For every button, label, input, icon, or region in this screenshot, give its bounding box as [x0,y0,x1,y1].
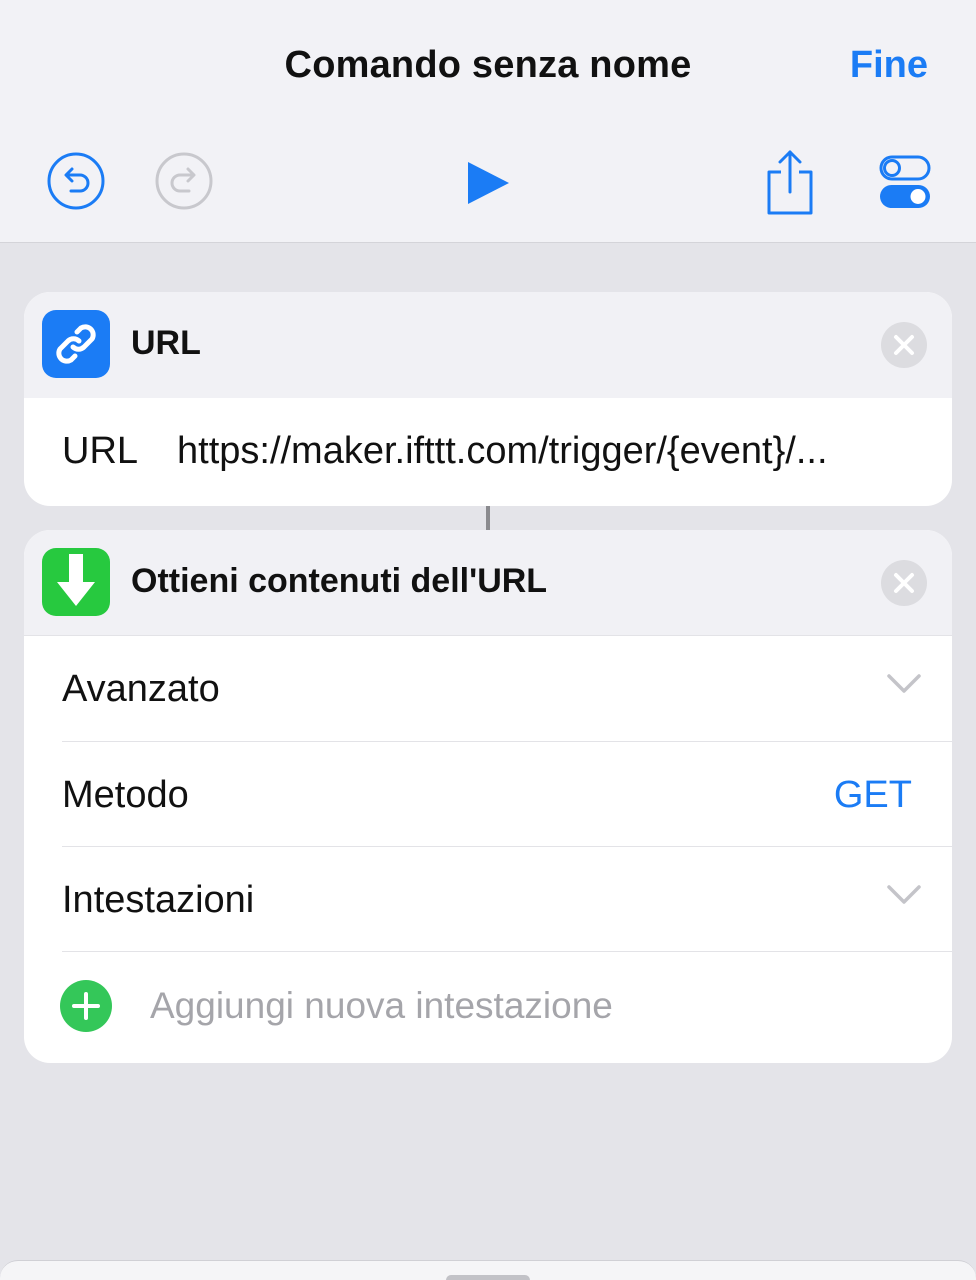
action-connector [486,506,490,530]
method-value[interactable]: GET [834,774,912,817]
page-title: Comando senza nome [284,44,692,86]
add-plus-icon[interactable] [60,980,112,1032]
action-title: URL [131,324,201,362]
headers-label: Intestazioni [62,879,255,921]
divider [62,951,952,952]
url-field-label: URL [62,430,139,472]
options-list: Avanzato Metodo GET Intestazioni Aggiung… [24,636,952,1059]
undo-icon[interactable] [46,151,106,211]
chevron-down-icon[interactable] [886,672,922,696]
add-header-row[interactable]: Aggiungi nuova intestazione [24,951,952,1059]
chevron-down-icon[interactable] [886,883,922,907]
settings-toggle-icon[interactable] [878,154,932,210]
advanced-row[interactable]: Avanzato [62,636,952,741]
download-arrow-icon [42,548,110,616]
share-icon[interactable] [764,148,816,216]
url-field-value[interactable]: https://maker.ifttt.com/trigger/{event}/… [177,430,828,473]
play-icon[interactable] [466,160,512,206]
redo-icon[interactable] [154,151,214,211]
navigation-header: Comando senza nome Fine [0,0,976,243]
link-icon [42,310,110,378]
url-action-card[interactable]: URL URL https://maker.ifttt.com/trigger/… [24,292,952,506]
done-button[interactable]: Fine [850,44,928,87]
remove-action-icon[interactable] [881,322,927,368]
action-header: Ottieni contenuti dell'URL [24,530,952,636]
headers-row[interactable]: Intestazioni [62,846,952,951]
bottom-sheet[interactable] [0,1260,976,1280]
add-header-label[interactable]: Aggiungi nuova intestazione [150,985,613,1027]
action-title: Ottieni contenuti dell'URL [131,562,548,600]
advanced-label: Avanzato [62,668,220,710]
sheet-grabber[interactable] [446,1275,530,1280]
action-header: URL [24,292,952,398]
get-contents-action-card[interactable]: Ottieni contenuti dell'URL Avanzato Meto… [24,530,952,1063]
method-label: Metodo [62,774,189,816]
url-field-row[interactable]: URL https://maker.ifttt.com/trigger/{eve… [24,398,952,506]
method-row[interactable]: Metodo GET [62,741,952,846]
remove-action-icon[interactable] [881,560,927,606]
